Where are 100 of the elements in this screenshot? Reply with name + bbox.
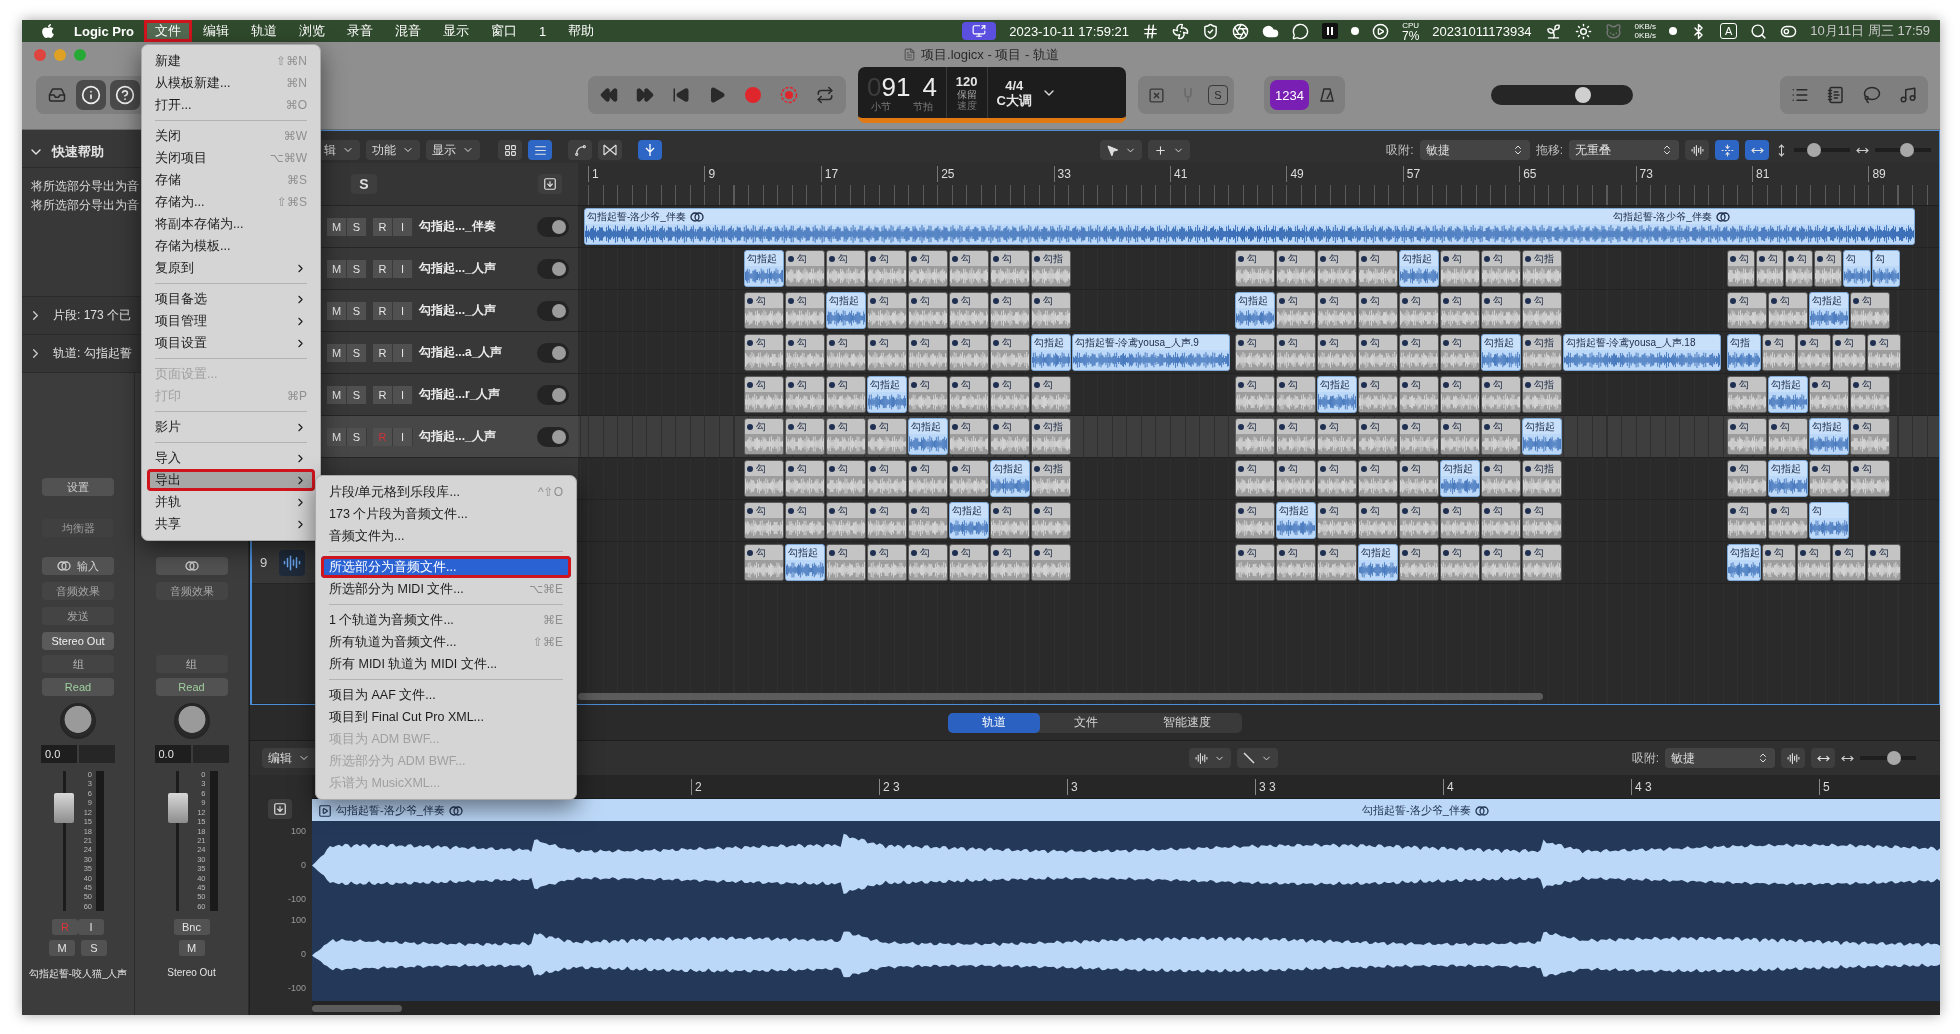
track-on-switch[interactable] <box>537 258 569 279</box>
audio-region[interactable]: 勾 <box>826 460 866 497</box>
shield-icon[interactable] <box>1201 22 1219 40</box>
audio-region[interactable]: 勾 <box>908 376 948 413</box>
audio-region[interactable]: 勾 <box>949 250 989 287</box>
menu-bar-item[interactable]: 混音 <box>383 20 432 42</box>
menu-bar-item[interactable]: 显示 <box>431 20 480 42</box>
input-monitor-button[interactable]: I <box>393 385 413 404</box>
menu-bar-item[interactable]: 轨道 <box>239 20 288 42</box>
record-button[interactable]: R <box>373 343 393 362</box>
count-in-button[interactable]: 1234 <box>1270 80 1309 110</box>
audio-region[interactable]: 勾 <box>1276 250 1316 287</box>
audio-region[interactable]: 勾 <box>1276 418 1316 455</box>
audio-region[interactable]: 勾 <box>1440 502 1480 539</box>
audio-region[interactable]: 勾 <box>785 334 825 371</box>
automation-button[interactable]: Read <box>42 678 114 696</box>
record-button[interactable]: R <box>373 385 393 404</box>
audio-region[interactable]: 勾指起 <box>990 460 1030 497</box>
menu-item[interactable]: 打开... ⌘O <box>147 94 315 116</box>
solo-button[interactable]: S <box>347 343 367 362</box>
audio-region[interactable]: 勾指起 <box>1727 544 1761 581</box>
audio-region[interactable]: 勾 <box>1399 376 1439 413</box>
import-button[interactable] <box>268 799 292 819</box>
bounce-button[interactable]: Bnc <box>173 919 210 935</box>
slider-thumb[interactable] <box>1806 143 1821 157</box>
menu-bar-item[interactable]: 浏览 <box>287 20 336 42</box>
input-monitor-button[interactable]: I <box>393 301 413 320</box>
input-button[interactable]: 输入 <box>42 557 114 575</box>
audio-region[interactable]: 勾指起 <box>826 292 866 329</box>
audio-region[interactable]: 勾 <box>1317 292 1357 329</box>
aperture-icon[interactable] <box>1231 22 1249 40</box>
audio-region[interactable]: 勾指 <box>1031 250 1071 287</box>
editor-tab[interactable]: 智能速度 <box>1132 712 1242 733</box>
app-menu[interactable]: Logic Pro <box>74 23 134 39</box>
master-volume-slider[interactable] <box>1491 85 1634 105</box>
audio-region[interactable]: 勾 <box>1276 292 1316 329</box>
audio-region[interactable]: 勾指起 <box>1399 250 1439 287</box>
track-on-switch[interactable] <box>537 426 569 447</box>
audio-region[interactable]: 勾 <box>1358 334 1398 371</box>
input-monitor-button[interactable]: I <box>393 427 413 446</box>
audio-region[interactable]: 勾 <box>1481 418 1521 455</box>
audio-region[interactable]: 勾 <box>826 334 866 371</box>
audio-region[interactable]: 勾 <box>1727 418 1767 455</box>
audio-region[interactable]: 勾 <box>1276 544 1316 581</box>
audio-region[interactable]: 勾 <box>1727 460 1767 497</box>
audio-region[interactable]: 勾 <box>1440 418 1480 455</box>
audio-region[interactable]: 勾 <box>826 250 866 287</box>
search-icon[interactable] <box>1750 22 1768 40</box>
audio-region[interactable]: 勾 <box>1727 502 1767 539</box>
input-monitor-button[interactable]: I <box>393 259 413 278</box>
audio-region[interactable]: 勾 <box>1235 418 1275 455</box>
audio-region[interactable]: 勾 <box>1317 418 1357 455</box>
audio-region[interactable]: 勾 <box>1727 250 1755 287</box>
chat-icon[interactable] <box>1291 22 1309 40</box>
automation-button[interactable] <box>568 140 592 160</box>
group-button[interactable]: 组 <box>42 655 114 673</box>
menu-item[interactable]: 存储 ⌘S <box>147 169 315 191</box>
audio-region[interactable]: 勾 <box>1031 292 1071 329</box>
audio-region[interactable]: 勾 <box>1358 502 1398 539</box>
menu-bar-item[interactable]: 1 <box>527 20 558 42</box>
audio-region[interactable]: 勾 <box>1317 502 1357 539</box>
audio-region[interactable]: 勾 <box>1235 334 1275 371</box>
audio-region[interactable]: 勾 <box>1440 544 1480 581</box>
editor-tab[interactable]: 轨道 <box>948 712 1040 733</box>
fader-cap[interactable] <box>167 793 188 823</box>
scrollbar[interactable] <box>312 1005 402 1012</box>
audio-region[interactable]: 勾 <box>1481 544 1521 581</box>
menu-item[interactable]: 所有 MIDI 轨道为 MIDI 文件... <box>321 653 571 675</box>
audio-region[interactable]: 勾 <box>826 544 866 581</box>
audio-region[interactable]: 勾 <box>1358 418 1398 455</box>
audio-region[interactable]: 勾 <box>867 502 907 539</box>
menu-item[interactable]: 导出 <box>147 469 315 491</box>
menu-item[interactable]: 新建 ⇧⌘N <box>147 50 315 72</box>
track-on-switch[interactable] <box>537 300 569 321</box>
audio-region[interactable]: 勾 <box>1317 250 1357 287</box>
audio-region[interactable]: 勾 <box>990 250 1030 287</box>
audio-region[interactable]: 勾 <box>1832 334 1866 371</box>
audio-region[interactable]: 勾 <box>1727 376 1767 413</box>
audio-region[interactable]: 勾 <box>785 292 825 329</box>
solo-button[interactable]: S <box>1208 85 1228 105</box>
audio-region[interactable]: 勾 <box>867 460 907 497</box>
audio-region[interactable]: 勾 <box>785 460 825 497</box>
audio-region[interactable]: 勾 <box>826 376 866 413</box>
pan-knob[interactable] <box>173 703 210 739</box>
menu-item[interactable]: 项目为 AAF 文件... <box>321 684 571 706</box>
editor-tab[interactable]: 文件 <box>1040 712 1132 733</box>
mute-button[interactable]: M <box>178 940 205 956</box>
send-button[interactable]: 发送 <box>42 607 114 625</box>
audio-region[interactable]: 勾 <box>908 544 948 581</box>
audio-region[interactable]: 勾 <box>1481 292 1521 329</box>
audio-region[interactable]: 勾 <box>1481 250 1521 287</box>
pan-knob[interactable] <box>60 703 96 739</box>
track-on-switch[interactable] <box>537 342 569 363</box>
audio-region[interactable]: 勾 <box>1358 250 1398 287</box>
audio-region[interactable]: 勾 <box>785 502 825 539</box>
audio-region[interactable]: 勾 <box>1358 460 1398 497</box>
sprout-icon[interactable] <box>1544 22 1562 40</box>
audio-region[interactable]: 勾指起 <box>1809 418 1849 455</box>
input-monitor-button[interactable]: I <box>393 343 413 362</box>
audio-region[interactable]: 勾 <box>867 418 907 455</box>
